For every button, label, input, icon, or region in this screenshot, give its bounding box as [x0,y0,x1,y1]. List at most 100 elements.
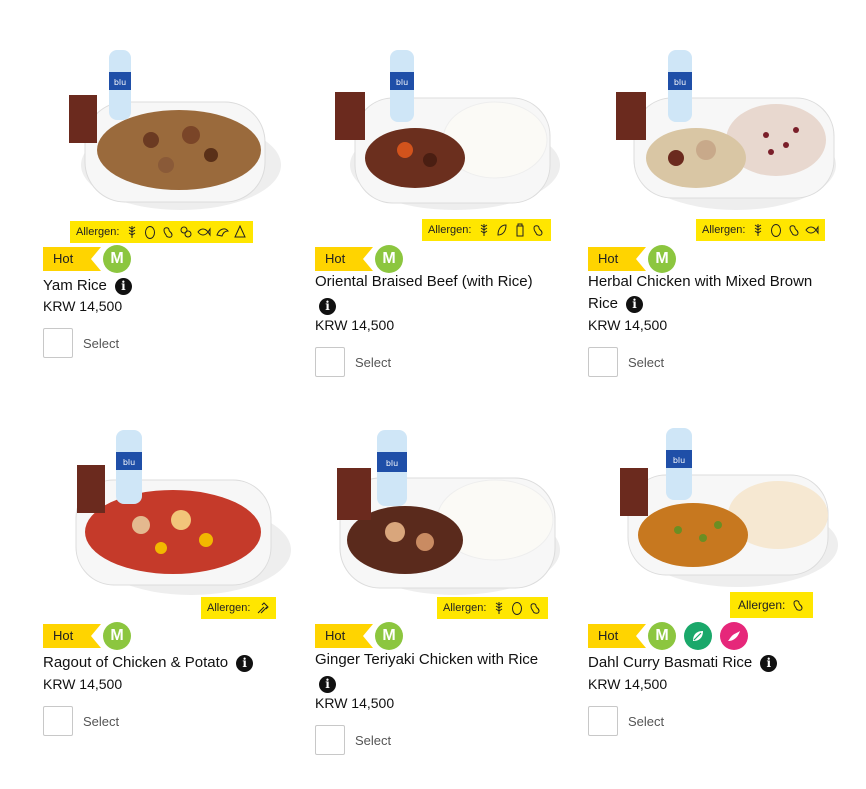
celery-icon [256,601,270,615]
meal-name-text: Ginger Teriyaki Chicken with Rice [315,651,539,668]
badge-row: Hot M [43,622,131,650]
select-control[interactable]: Select [588,347,664,377]
allergen-bar: Allergen: [730,592,814,618]
meal-photo: blu [616,40,866,240]
egg-icon [143,225,157,239]
hot-badge: Hot [315,624,373,648]
allergen-label: Allergen: [443,602,487,614]
peanut-icon [531,223,545,237]
select-checkbox[interactable] [43,328,73,358]
meal-price: KRW 14,500 [43,298,123,314]
meal-badge: M [375,245,403,273]
meal-photo: blu [335,40,605,240]
allergen-bar: Allergen: [422,219,552,241]
info-icon[interactable]: i [760,654,778,672]
wheat-icon [125,225,139,239]
meal-price: KRW 14,500 [315,695,395,711]
select-checkbox[interactable] [588,347,618,377]
select-checkbox[interactable] [588,706,618,736]
meal-badge: M [103,622,131,650]
peanut-icon [528,601,542,615]
meal-name: Yam Rice i [43,275,303,297]
svg-text:blu: blu [674,78,686,87]
select-control[interactable]: Select [43,706,119,736]
wheat-icon [751,223,765,237]
peanut-icon [161,225,175,239]
allergen-label: Allergen: [738,598,786,612]
meal-name: Dahl Curry Basmati Rice i [588,652,848,674]
info-icon[interactable]: i [626,295,644,313]
info-icon[interactable]: i [319,675,336,693]
meal-photo: blu [61,40,331,240]
allergen-bar: Allergen: [696,219,826,241]
select-checkbox[interactable] [43,706,73,736]
allergen-label: Allergen: [207,602,251,614]
allergen-label: Allergen: [702,224,746,236]
select-label: Select [628,354,665,370]
meal-badge: M [648,245,676,273]
hot-badge: Hot [43,624,101,648]
select-control[interactable]: Select [588,706,664,736]
svg-text:blu: blu [386,459,398,468]
meal-badge: M [648,622,676,650]
wheat-icon [492,601,506,615]
select-checkbox[interactable] [315,347,345,377]
hot-badge: Hot [588,624,646,648]
meal-name-text: Oriental Braised Beef (with Rice) [315,273,533,290]
info-icon[interactable]: i [114,277,132,295]
meal-price: KRW 14,500 [43,676,123,692]
badge-row: Hot M [588,622,748,650]
hot-badge: Hot [315,247,373,271]
soy-icon [495,223,509,237]
select-label: Select [83,713,120,729]
peanut-icon [791,598,805,612]
meal-badge: M [375,622,403,650]
meal-photo: blu [618,420,866,620]
meal-name: Ragout of Chicken & Potato i [43,652,303,674]
svg-text:blu: blu [673,456,685,465]
meal-photo: blu [71,420,341,620]
allergen-bar: Allergen: [70,221,254,243]
peanut-icon [787,223,801,237]
hot-badge: Hot [43,247,101,271]
wheat-icon [477,223,491,237]
badge-row: Hot M [315,622,403,650]
badge-row: Hot M [315,245,403,273]
meal-name-text: Dahl Curry Basmati Rice [588,654,753,671]
fish-icon [197,225,211,239]
spicy-chili-icon [720,622,748,650]
meal-price: KRW 14,500 [315,317,395,333]
svg-text:blu: blu [123,458,135,467]
meal-name-text: Herbal Chicken with Mixed Brown Rice [588,273,813,312]
meal-price: KRW 14,500 [588,676,668,692]
select-label: Select [628,713,665,729]
crustacean-icon [215,225,230,239]
meal-name: Herbal Chicken with Mixed Brown Rice i [588,271,838,315]
milk-icon [513,223,527,237]
select-label: Select [83,335,120,351]
hot-badge: Hot [588,247,646,271]
meal-badge: M [103,245,131,273]
meal-name-text: Yam Rice [43,277,107,294]
mollusc-icon [233,224,247,239]
egg-icon [769,223,783,237]
info-icon[interactable]: i [319,297,336,315]
select-label: Select [355,732,392,748]
svg-text:blu: blu [114,78,126,87]
egg-icon [510,601,524,615]
select-control[interactable]: Select [315,347,391,377]
svg-text:blu: blu [396,78,408,87]
meal-name: Ginger Teriyaki Chicken with Rice i [315,649,555,693]
badge-row: Hot M [588,245,676,273]
meal-name-text: Ragout of Chicken & Potato [43,654,229,671]
allergen-label: Allergen: [76,226,120,238]
select-control[interactable]: Select [43,328,119,358]
meal-price: KRW 14,500 [588,317,668,333]
info-icon[interactable]: i [236,654,254,672]
meal-photo: blu [335,420,605,620]
meal-name: Oriental Braised Beef (with Rice) i [315,271,555,315]
badge-row: Hot M [43,245,131,273]
select-control[interactable]: Select [315,725,391,755]
select-checkbox[interactable] [315,725,345,755]
select-label: Select [355,354,392,370]
